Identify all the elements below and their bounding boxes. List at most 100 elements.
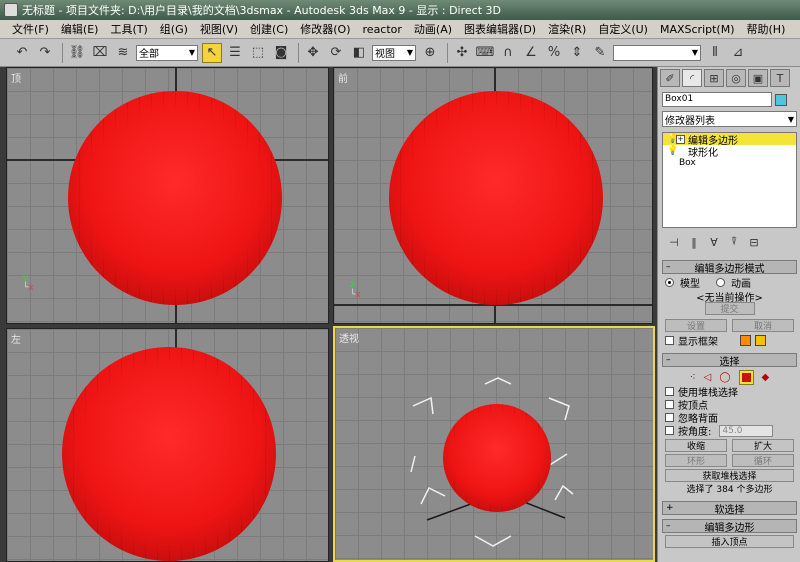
select-object-icon[interactable]: ↖ bbox=[202, 42, 222, 63]
menu-create[interactable]: 创建(C) bbox=[250, 21, 288, 37]
keyboard-shortcut-icon[interactable]: ⌨ bbox=[475, 43, 495, 63]
named-selection-dropdown[interactable]: ▼ bbox=[613, 44, 701, 61]
undo-icon[interactable]: ↶ bbox=[12, 43, 32, 63]
rollout-edit-poly-mode[interactable]: – 编辑多边形模式 bbox=[662, 260, 797, 275]
shrink-button[interactable]: 收缩 bbox=[665, 439, 727, 452]
mirror-icon[interactable]: ⫴ bbox=[705, 43, 725, 63]
show-end-result-icon[interactable]: ‖ bbox=[686, 236, 702, 249]
get-stack-row: 获取堆栈选择 bbox=[665, 469, 794, 482]
bind-space-warp-icon[interactable]: ≋ bbox=[113, 43, 133, 63]
edit-named-selection-icon[interactable]: ✎ bbox=[590, 43, 610, 63]
selection-filter-value: 全部 bbox=[139, 49, 159, 60]
loop-button[interactable]: 循环 bbox=[732, 454, 794, 467]
model-radio[interactable] bbox=[665, 278, 674, 287]
reference-coord-dropdown[interactable]: 视图 ▼ bbox=[372, 44, 416, 61]
expand-icon[interactable]: + bbox=[676, 134, 685, 144]
remove-modifier-icon[interactable]: ⍒ bbox=[726, 235, 742, 249]
object-name-field[interactable]: Box01 bbox=[662, 92, 772, 107]
viewport-label[interactable]: 左 bbox=[11, 331, 21, 346]
cage-color-swatch[interactable] bbox=[740, 335, 751, 346]
manipulate-icon[interactable]: ✣ bbox=[452, 43, 472, 63]
menu-modifiers[interactable]: 修改器(O) bbox=[300, 21, 350, 37]
viewport-top[interactable]: 顶 y └x bbox=[6, 67, 329, 324]
modifier-list-dropdown[interactable]: 修改器列表 ▼ bbox=[662, 111, 797, 127]
menu-file[interactable]: 文件(F) bbox=[12, 21, 49, 37]
window-crossing-icon[interactable]: ◙ bbox=[271, 43, 291, 63]
create-tab-icon[interactable]: ✐ bbox=[660, 69, 680, 87]
viewport-label[interactable]: 顶 bbox=[11, 70, 21, 85]
lightbulb-icon[interactable]: 💡 bbox=[667, 134, 678, 144]
menu-graph-editors[interactable]: 图表编辑器(D) bbox=[464, 21, 536, 37]
stack-item-edit-poly[interactable]: 💡 + 编辑多边形 bbox=[663, 133, 796, 147]
by-angle-checkbox[interactable] bbox=[665, 426, 674, 435]
cage-selected-color-swatch[interactable] bbox=[755, 335, 766, 346]
menu-group[interactable]: 组(G) bbox=[160, 21, 188, 37]
rotate-icon[interactable]: ⟳ bbox=[326, 43, 346, 63]
animate-radio[interactable] bbox=[716, 278, 725, 287]
select-by-name-icon[interactable]: ☰ bbox=[225, 43, 245, 63]
menu-tools[interactable]: 工具(T) bbox=[110, 21, 147, 37]
modify-tab-icon[interactable]: ◜ bbox=[682, 69, 702, 87]
redo-icon[interactable]: ↷ bbox=[35, 43, 55, 63]
lightbulb-icon[interactable]: 💡 bbox=[667, 146, 678, 156]
selection-filter-dropdown[interactable]: 全部 ▼ bbox=[136, 44, 198, 61]
vertex-icon[interactable]: ⁖ bbox=[690, 372, 696, 383]
rollout-edit-polygons[interactable]: – 编辑多边形 bbox=[662, 519, 797, 534]
align-icon[interactable]: ⊿ bbox=[728, 43, 748, 63]
settings-button[interactable]: 设置 bbox=[665, 319, 727, 332]
move-icon[interactable]: ✥ bbox=[303, 43, 323, 63]
menu-reactor[interactable]: reactor bbox=[363, 23, 402, 36]
border-icon[interactable]: ◯ bbox=[719, 372, 730, 383]
menu-animation[interactable]: 动画(A) bbox=[414, 21, 452, 37]
ring-button[interactable]: 环形 bbox=[665, 454, 727, 467]
stack-item-spherify[interactable]: 💡 球形化 bbox=[663, 145, 796, 159]
make-unique-icon[interactable]: ∀ bbox=[706, 236, 722, 249]
get-stack-selection-button[interactable]: 获取堆栈选择 bbox=[665, 469, 794, 482]
motion-tab-icon[interactable]: ◎ bbox=[726, 69, 746, 87]
cancel-button[interactable]: 取消 bbox=[732, 319, 794, 332]
menu-rendering[interactable]: 渲染(R) bbox=[548, 21, 586, 37]
link-icon[interactable]: ⛓ bbox=[67, 43, 87, 63]
rollout-selection[interactable]: – 选择 bbox=[662, 353, 797, 368]
grow-button[interactable]: 扩大 bbox=[732, 439, 794, 452]
insert-vertex-button[interactable]: 插入顶点 bbox=[665, 535, 794, 548]
menu-help[interactable]: 帮助(H) bbox=[747, 21, 786, 37]
use-stack-selection-checkbox[interactable] bbox=[665, 387, 674, 396]
edit-polygons-body: 插入顶点 bbox=[662, 533, 797, 550]
stack-item-box[interactable]: Box bbox=[663, 157, 796, 169]
menu-customize[interactable]: 自定义(U) bbox=[598, 21, 648, 37]
pin-stack-icon[interactable]: ⊣ bbox=[666, 236, 682, 249]
angle-spinner[interactable]: 45.0 bbox=[719, 424, 774, 437]
rollout-soft-selection[interactable]: + 软选择 bbox=[662, 501, 797, 516]
edge-icon[interactable]: ◁ bbox=[704, 372, 712, 383]
show-cage-checkbox[interactable] bbox=[665, 336, 674, 345]
element-icon[interactable]: ◆ bbox=[762, 372, 770, 383]
polygon-icon[interactable] bbox=[738, 369, 754, 385]
by-vertex-checkbox[interactable] bbox=[665, 400, 674, 409]
viewport-left[interactable]: 左 bbox=[6, 328, 329, 562]
hierarchy-tab-icon[interactable]: ⊞ bbox=[704, 69, 724, 87]
pivot-center-icon[interactable]: ⊕ bbox=[420, 43, 440, 63]
unlink-icon[interactable]: ⌧ bbox=[90, 43, 110, 63]
separator bbox=[62, 42, 63, 63]
ignore-backfacing-checkbox[interactable] bbox=[665, 413, 674, 422]
viewport-front[interactable]: 前 z └x bbox=[333, 67, 653, 324]
app-icon[interactable] bbox=[4, 3, 18, 17]
configure-sets-icon[interactable]: ⊟ bbox=[746, 236, 762, 249]
display-tab-icon[interactable]: ▣ bbox=[748, 69, 768, 87]
menu-maxscript[interactable]: MAXScript(M) bbox=[660, 23, 735, 36]
menu-views[interactable]: 视图(V) bbox=[200, 21, 238, 37]
utilities-tab-icon[interactable]: T bbox=[770, 69, 790, 87]
menu-edit[interactable]: 编辑(E) bbox=[61, 21, 99, 37]
rect-selection-icon[interactable]: ⬚ bbox=[248, 43, 268, 63]
main-toolbar: ↶ ↷ ⛓ ⌧ ≋ 全部 ▼ ↖ ☰ ⬚ ◙ ✥ ⟳ ◧ 视图 ▼ ⊕ ✣ ⌨ … bbox=[0, 39, 800, 67]
viewport-label[interactable]: 前 bbox=[338, 70, 348, 85]
spinner-snap-icon[interactable]: ⇕ bbox=[567, 43, 587, 63]
command-panel-tabs: ✐ ◜ ⊞ ◎ ▣ T bbox=[658, 67, 800, 89]
viewport-perspective[interactable]: 透视 bbox=[333, 326, 655, 562]
object-color-swatch[interactable] bbox=[775, 93, 787, 106]
snap-toggle-icon[interactable]: ∩ bbox=[498, 43, 518, 63]
percent-snap-icon[interactable]: % bbox=[544, 43, 564, 63]
scale-icon[interactable]: ◧ bbox=[349, 43, 369, 63]
angle-snap-icon[interactable]: ∠ bbox=[521, 43, 541, 63]
